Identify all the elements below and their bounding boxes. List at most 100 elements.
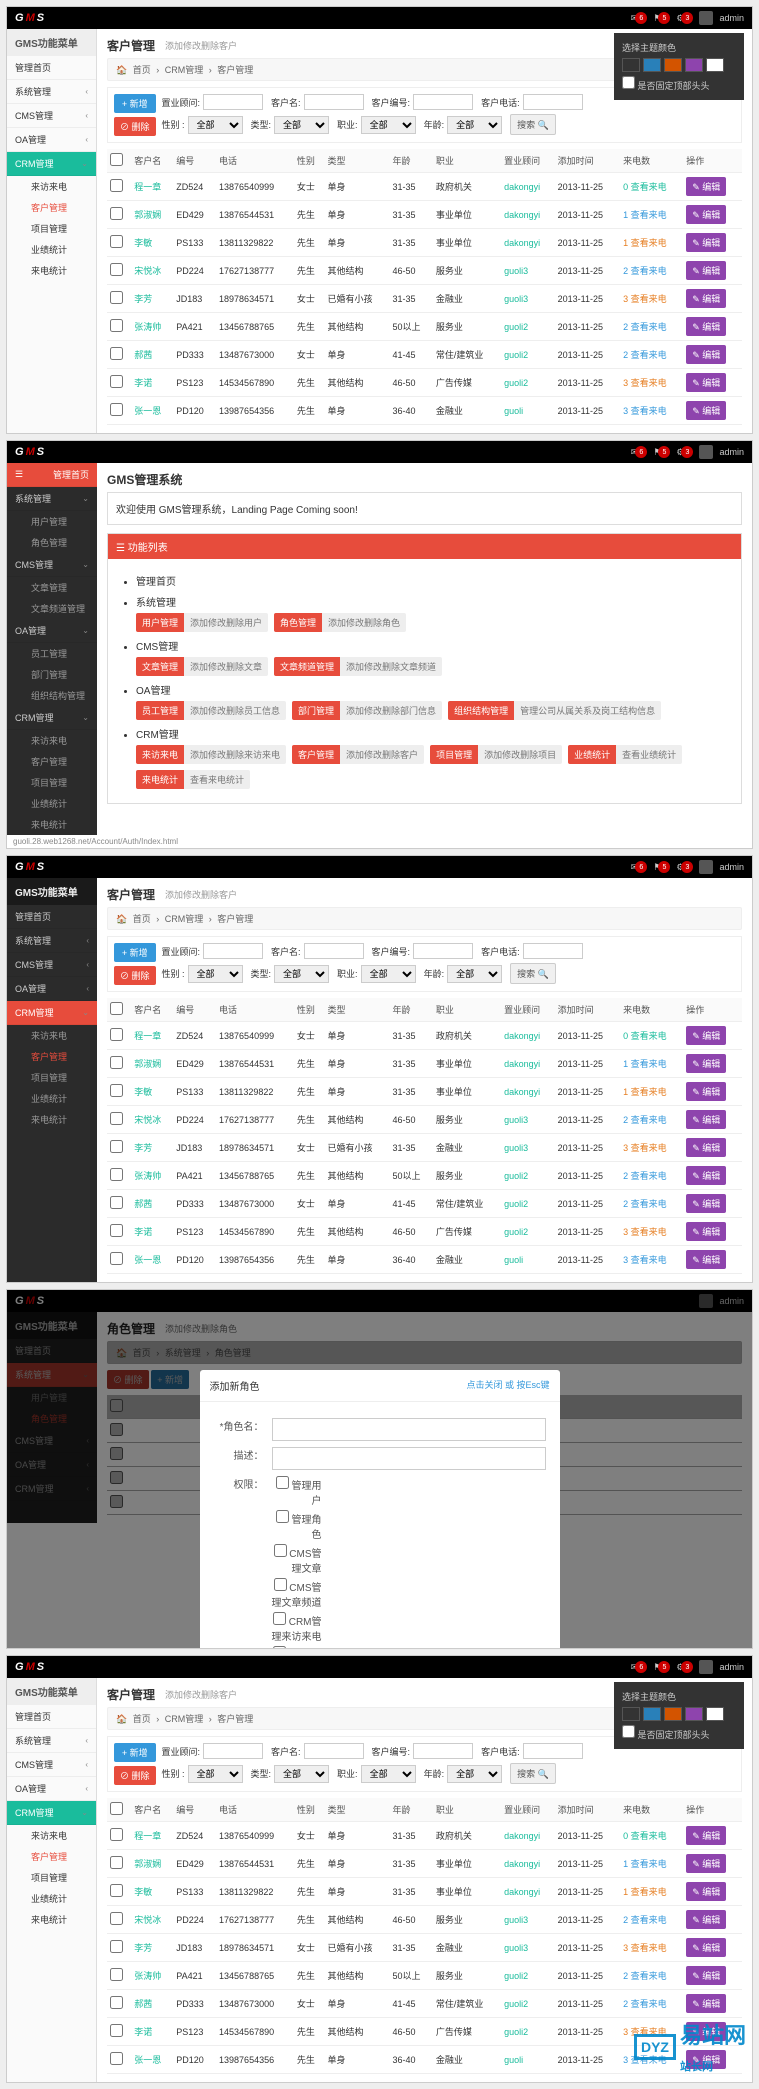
edit-button[interactable]: ✎ 编辑	[686, 1938, 726, 1957]
task-icon[interactable]: ⚙3	[676, 12, 693, 24]
sidebar-subitem[interactable]: 文章频道管理	[23, 598, 97, 619]
menu-home[interactable]: 管理首页	[7, 905, 97, 929]
edit-button[interactable]: ✎ 编辑	[686, 1854, 726, 1873]
filter-input[interactable]	[203, 94, 263, 110]
edit-button[interactable]: ✎ 编辑	[686, 233, 726, 252]
row-checkbox[interactable]	[110, 403, 123, 416]
menu-cms[interactable]: CMS管理‹	[7, 104, 96, 128]
filter-input[interactable]	[523, 943, 583, 959]
search-button[interactable]: 搜索 🔍	[510, 963, 556, 984]
func-tag[interactable]: 员工管理添加修改删除员工信息	[136, 701, 286, 720]
perm-checkbox[interactable]: CMS管理文章频道	[272, 1578, 322, 1609]
sidebar-subitem[interactable]: 员工管理	[23, 643, 97, 664]
perm-checkbox[interactable]: 管理角色	[272, 1510, 322, 1541]
sidebar-subitem[interactable]: 项目管理	[23, 772, 97, 793]
filter-input[interactable]	[203, 1743, 263, 1759]
filter-select[interactable]: 全部	[447, 1765, 502, 1783]
edit-button[interactable]: ✎ 编辑	[686, 1826, 726, 1845]
edit-button[interactable]: ✎ 编辑	[686, 373, 726, 392]
menu-cms[interactable]: CMS管理‹	[7, 953, 97, 977]
menu-oa[interactable]: OA管理‹	[7, 977, 97, 1001]
theme-swatch[interactable]	[622, 58, 640, 72]
edit-button[interactable]: ✎ 编辑	[686, 261, 726, 280]
sidebar-subitem[interactable]: 来访来电	[23, 1025, 97, 1046]
row-checkbox[interactable]	[110, 1168, 123, 1181]
role-name-input[interactable]	[272, 1418, 546, 1441]
sidebar-subitem[interactable]: 来访来电	[23, 730, 97, 751]
del-button[interactable]: ⊘ 删除	[114, 117, 156, 136]
edit-button[interactable]: ✎ 编辑	[686, 1882, 726, 1901]
menu-oa[interactable]: OA管理⌄	[7, 619, 97, 643]
row-checkbox[interactable]	[110, 1968, 123, 1981]
del-button[interactable]: ⊘ 删除	[114, 966, 156, 985]
add-button[interactable]: + 新增	[114, 943, 156, 962]
sidebar-subitem[interactable]: 项目管理	[23, 218, 96, 239]
theme-swatch[interactable]	[706, 1707, 724, 1721]
edit-button[interactable]: ✎ 编辑	[686, 1994, 726, 2013]
sidebar-subitem[interactable]: 来访来电	[23, 176, 96, 197]
theme-selector[interactable]: 选择主题颜色 是否固定顶部头头	[614, 1682, 744, 1749]
row-checkbox[interactable]	[110, 235, 123, 248]
theme-swatch[interactable]	[685, 1707, 703, 1721]
row-checkbox[interactable]	[110, 375, 123, 388]
edit-button[interactable]: ✎ 编辑	[686, 1250, 726, 1269]
sidebar-subitem[interactable]: 客户管理	[23, 1046, 97, 1067]
filter-select[interactable]: 全部	[361, 965, 416, 983]
menu-cms[interactable]: CMS管理⌄	[7, 553, 97, 577]
modal-close[interactable]: 点击关闭 或 按Esc键	[466, 1378, 549, 1393]
menu-sys[interactable]: 系统管理‹	[7, 929, 97, 953]
func-tag[interactable]: 角色管理添加修改删除角色	[274, 613, 406, 632]
row-checkbox[interactable]	[110, 1912, 123, 1925]
filter-input[interactable]	[413, 94, 473, 110]
filter-select[interactable]: 全部	[274, 1765, 329, 1783]
perm-checkbox[interactable]: CRM管理来访来电	[272, 1612, 322, 1643]
row-checkbox[interactable]	[110, 1828, 123, 1841]
row-checkbox[interactable]	[110, 1140, 123, 1153]
filter-select[interactable]: 全部	[361, 1765, 416, 1783]
filter-input[interactable]	[203, 943, 263, 959]
row-checkbox[interactable]	[110, 1028, 123, 1041]
theme-swatch[interactable]	[643, 1707, 661, 1721]
sidebar-subitem[interactable]: 来电统计	[23, 1909, 96, 1930]
edit-button[interactable]: ✎ 编辑	[686, 1054, 726, 1073]
edit-button[interactable]: ✎ 编辑	[686, 345, 726, 364]
row-checkbox[interactable]	[110, 263, 123, 276]
filter-select[interactable]: 全部	[188, 965, 243, 983]
search-button[interactable]: 搜索 🔍	[510, 114, 556, 135]
row-checkbox[interactable]	[110, 347, 123, 360]
menu-crm[interactable]: CRM管理⌄	[7, 706, 97, 730]
sidebar-subitem[interactable]: 项目管理	[23, 1067, 97, 1088]
row-checkbox[interactable]	[110, 1252, 123, 1265]
theme-fixed-check[interactable]: 是否固定顶部头头	[622, 81, 710, 91]
row-checkbox[interactable]	[110, 1940, 123, 1953]
menu-home[interactable]: ☰ 管理首页	[7, 463, 97, 487]
row-checkbox[interactable]	[110, 1884, 123, 1897]
menu-sys[interactable]: 系统管理⌄	[7, 487, 97, 511]
func-tag[interactable]: 文章频道管理添加修改删除文章频道	[274, 657, 442, 676]
perm-checkbox[interactable]: CRM客户管理	[272, 1646, 322, 1649]
edit-button[interactable]: ✎ 编辑	[686, 177, 726, 196]
filter-input[interactable]	[413, 943, 473, 959]
edit-button[interactable]: ✎ 编辑	[686, 1110, 726, 1129]
menu-oa[interactable]: OA管理‹	[7, 128, 96, 152]
notif-icon[interactable]: ✉6	[631, 12, 648, 24]
sidebar-subitem[interactable]: 项目管理	[23, 1867, 96, 1888]
sidebar-subitem[interactable]: 来电统计	[23, 260, 96, 281]
sidebar-subitem[interactable]: 业绩统计	[23, 239, 96, 260]
theme-swatch[interactable]	[685, 58, 703, 72]
filter-input[interactable]	[413, 1743, 473, 1759]
search-button[interactable]: 搜索 🔍	[510, 1763, 556, 1784]
theme-selector[interactable]: 选择主题颜色 是否固定顶部头头	[614, 33, 744, 100]
add-button[interactable]: + 新增	[114, 94, 156, 113]
filter-select[interactable]: 全部	[188, 1765, 243, 1783]
perm-checkbox[interactable]: 管理用户	[272, 1476, 322, 1507]
filter-select[interactable]: 全部	[447, 116, 502, 134]
theme-swatch[interactable]	[664, 1707, 682, 1721]
menu-home[interactable]: 管理首页	[7, 56, 96, 80]
row-checkbox[interactable]	[110, 1112, 123, 1125]
edit-button[interactable]: ✎ 编辑	[686, 401, 726, 420]
func-tag[interactable]: 客户管理添加修改删除客户	[292, 745, 424, 764]
func-tag[interactable]: 部门管理添加修改删除部门信息	[292, 701, 442, 720]
row-checkbox[interactable]	[110, 1996, 123, 2009]
func-tag[interactable]: 来电统计查看来电统计	[136, 770, 250, 789]
